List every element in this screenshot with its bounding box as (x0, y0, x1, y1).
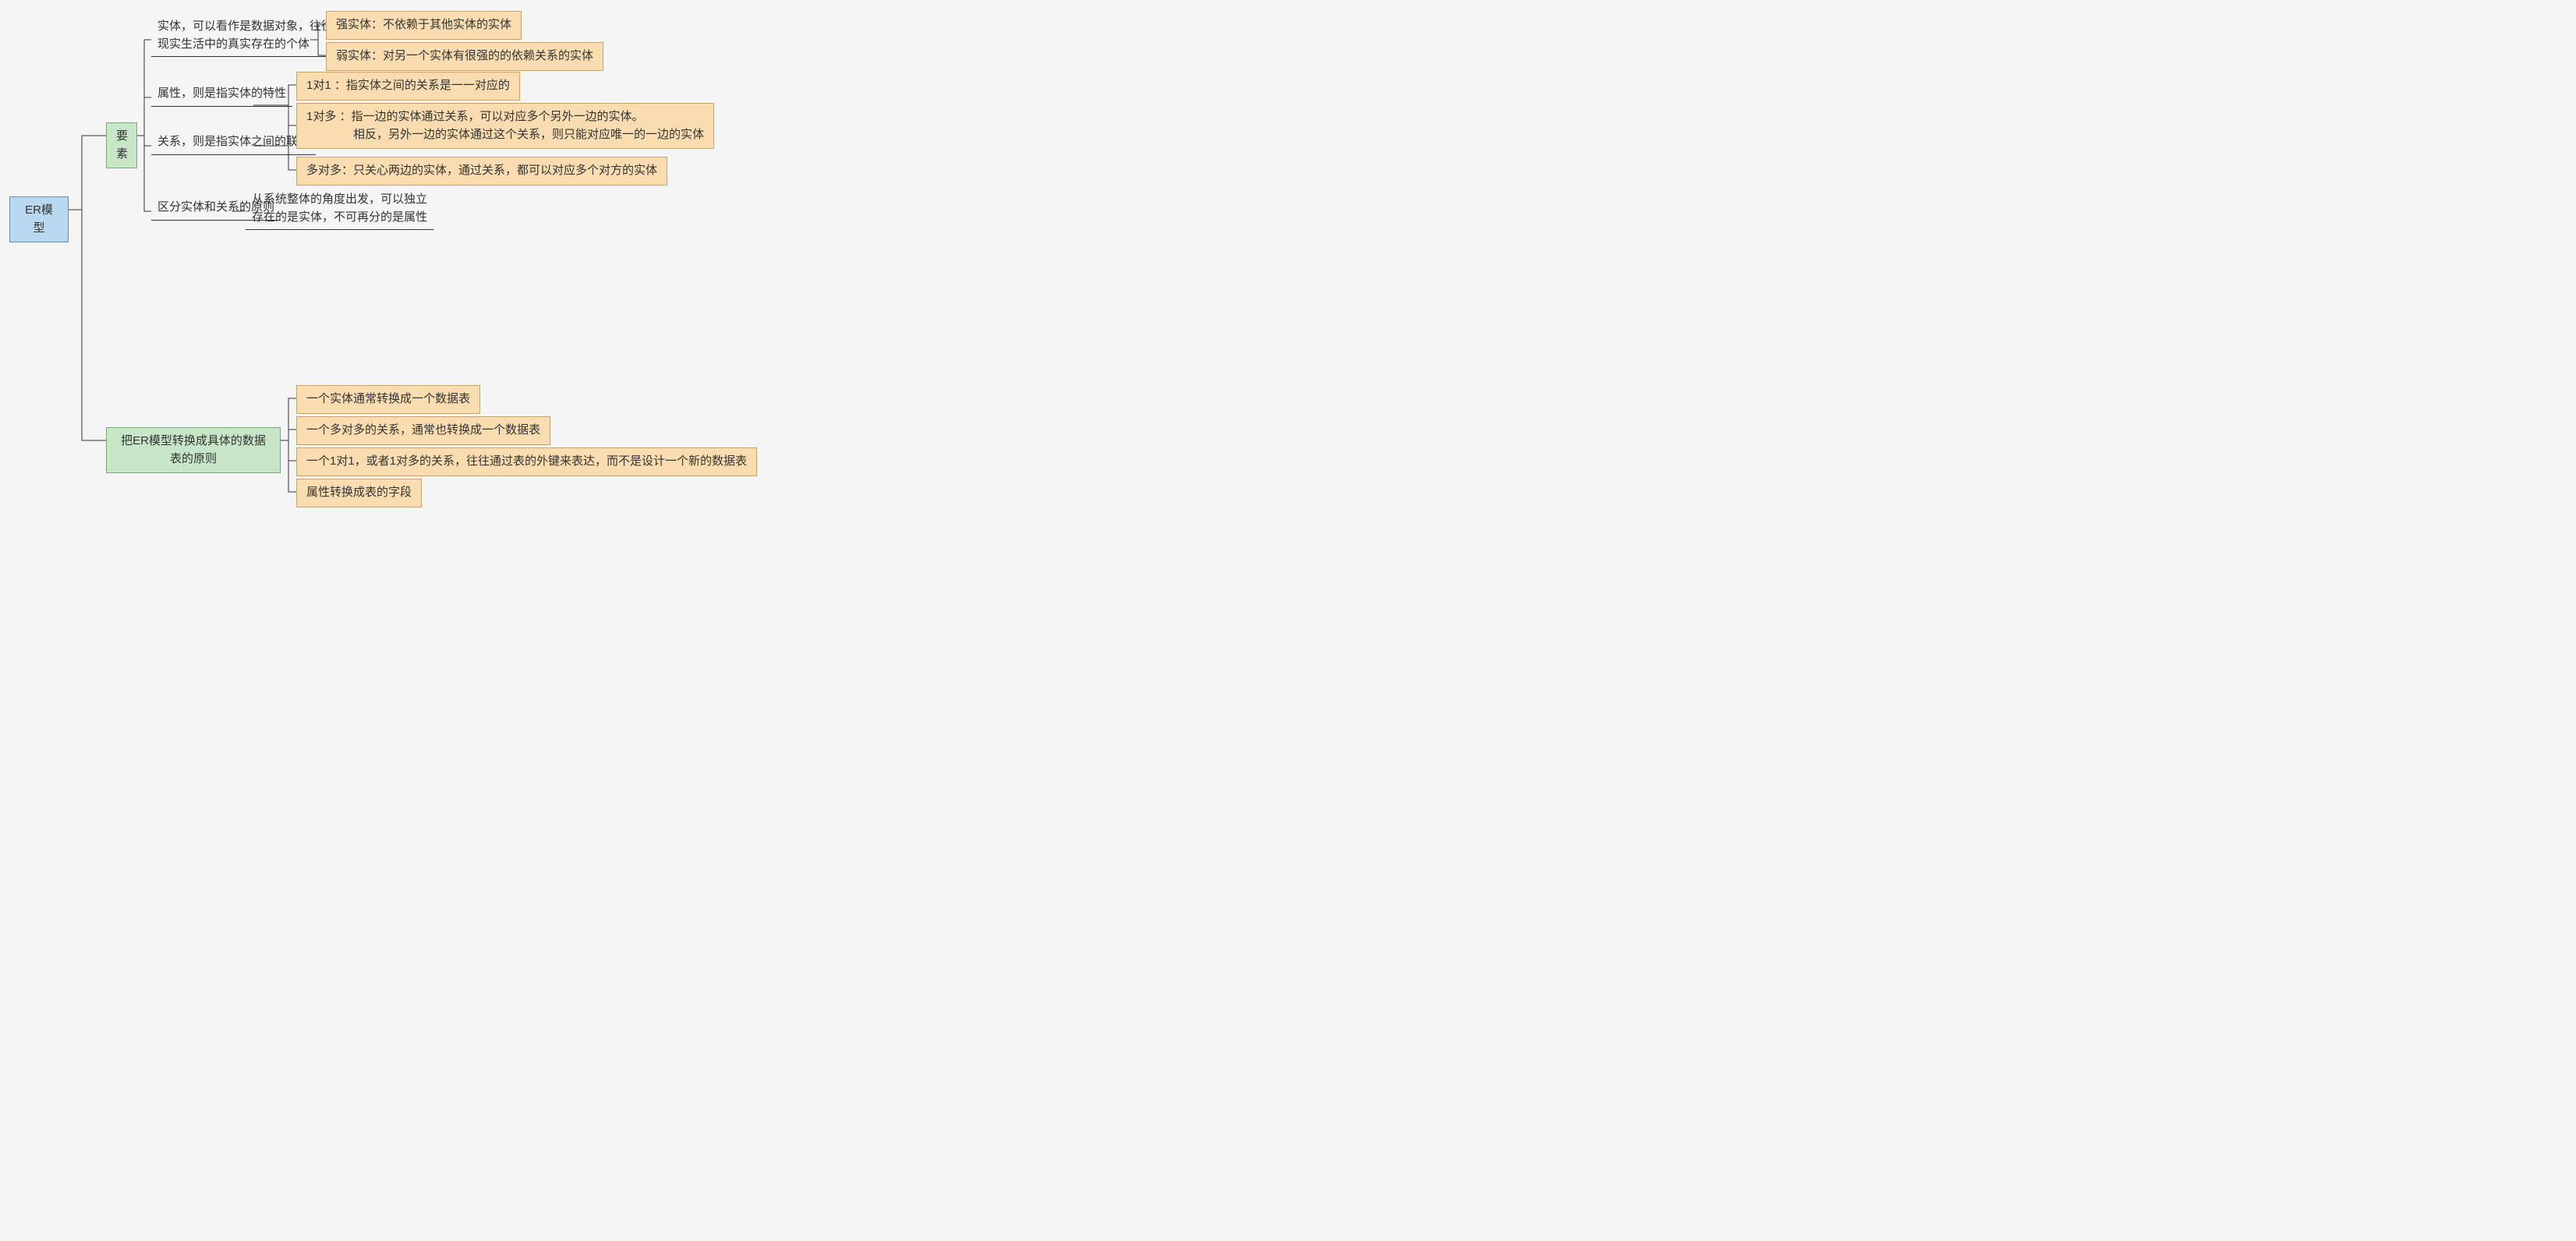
leaf-strong-entity[interactable]: 强实体：不依赖于其他实体的实体 (326, 11, 522, 40)
leaf-rule-2[interactable]: 一个多对多的关系，通常也转换成一个数据表 (296, 416, 550, 445)
leaf-one-to-one[interactable]: 1对1 ：指实体之间的关系是一一对应的 (296, 72, 520, 101)
root-node[interactable]: ER模型 (9, 196, 69, 242)
leaf-rule-4[interactable]: 属性转换成表的字段 (296, 479, 422, 507)
node-conversion[interactable]: 把ER模型转换成具体的数据表的原则 (106, 427, 281, 473)
leaf-rule-3[interactable]: 一个1对1，或者1对多的关系，往往通过表的外键来表达，而不是设计一个新的数据表 (296, 447, 757, 476)
leaf-rule-1[interactable]: 一个实体通常转换成一个数据表 (296, 385, 480, 414)
node-elements[interactable]: 要素 (106, 122, 137, 168)
leaf-many-to-many[interactable]: 多对多：只关心两边的实体，通过关系，都可以对应多个对方的实体 (296, 157, 667, 186)
attribute-desc[interactable]: 属性，则是指实体的特性 (151, 82, 292, 107)
distinguish-desc[interactable]: 从系统整体的角度出发，可以独立 存在的是实体，不可再分的是属性 (246, 188, 433, 230)
leaf-weak-entity[interactable]: 弱实体：对另一个实体有很强的的依赖关系的实体 (326, 42, 603, 71)
leaf-one-to-many[interactable]: 1对多 ：指一边的实体通过关系，可以对应多个另外一边的实体。 相反，另外一边的实… (296, 103, 714, 149)
relation-desc[interactable]: 关系，则是指实体之间的联系 (151, 130, 316, 155)
